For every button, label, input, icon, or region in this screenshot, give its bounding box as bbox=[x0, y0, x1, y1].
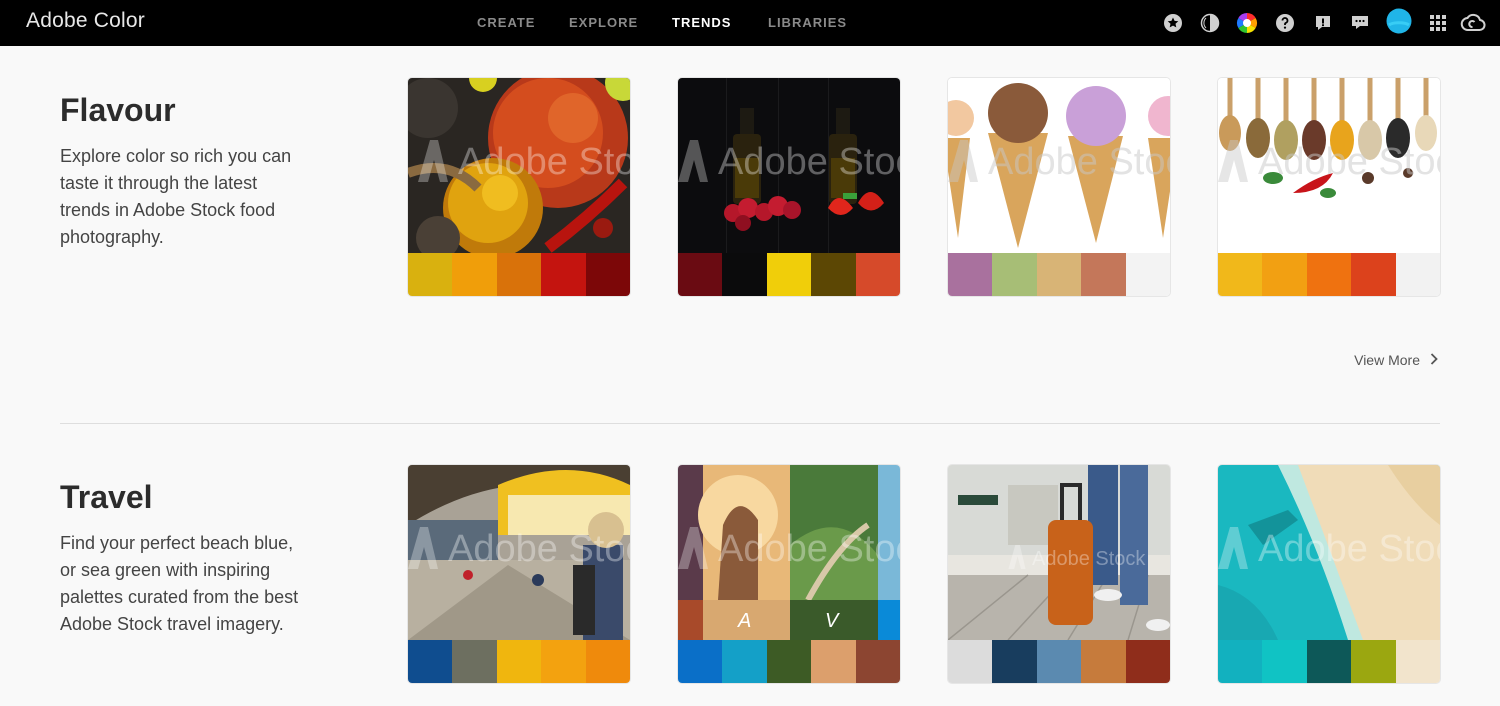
section-title-flavour: Flavour bbox=[60, 92, 176, 128]
chat-icon[interactable] bbox=[1349, 12, 1371, 34]
color-swatch bbox=[992, 640, 1037, 683]
trend-card-flavour-1[interactable]: Adobe Stock bbox=[408, 78, 630, 296]
trend-card-flavour-4[interactable]: Adobe Stock bbox=[1218, 78, 1440, 296]
color-swatch bbox=[1125, 640, 1170, 683]
color-palette bbox=[408, 253, 630, 296]
stock-watermark: Adobe Stock bbox=[678, 527, 900, 571]
color-swatch bbox=[1262, 640, 1307, 683]
card-photo: Adobe Stock bbox=[948, 465, 1170, 640]
avatar[interactable] bbox=[1386, 8, 1412, 34]
color-swatch bbox=[541, 253, 586, 296]
section-title-travel: Travel bbox=[60, 479, 153, 515]
color-swatch bbox=[992, 253, 1037, 296]
color-swatch bbox=[496, 253, 542, 296]
color-swatch bbox=[722, 640, 767, 683]
nav-libraries[interactable]: LIBRARIES bbox=[768, 15, 847, 30]
color-swatch bbox=[1125, 253, 1170, 296]
card-photo: Adobe Stock bbox=[678, 78, 900, 253]
color-swatch bbox=[678, 640, 723, 683]
trend-card-flavour-2[interactable]: Adobe Stock bbox=[678, 78, 900, 296]
stock-watermark: Adobe Stock bbox=[1218, 527, 1440, 571]
top-bar: Adobe Color CREATE EXPLORE TRENDS LIBRAR… bbox=[0, 0, 1500, 46]
color-swatch bbox=[1218, 640, 1263, 683]
color-swatch bbox=[855, 640, 900, 683]
chevron-right-icon bbox=[1430, 352, 1438, 368]
color-swatch bbox=[1262, 253, 1307, 296]
app-title[interactable]: Adobe Color bbox=[26, 9, 145, 33]
color-swatch bbox=[1395, 253, 1440, 296]
color-palette bbox=[678, 640, 900, 683]
feedback-icon[interactable] bbox=[1312, 12, 1334, 34]
card-photo: Adobe Stock bbox=[408, 465, 630, 640]
color-palette bbox=[1218, 253, 1440, 296]
color-swatch bbox=[1306, 253, 1352, 296]
stock-watermark: Adobe Stock bbox=[1218, 140, 1440, 184]
color-swatch bbox=[585, 253, 630, 296]
color-palette bbox=[948, 640, 1170, 683]
color-swatch bbox=[452, 253, 497, 296]
color-swatch bbox=[766, 640, 812, 683]
color-swatch bbox=[678, 253, 723, 296]
color-swatch bbox=[1395, 640, 1440, 683]
color-swatch bbox=[496, 640, 542, 683]
nav-create[interactable]: CREATE bbox=[477, 15, 535, 30]
color-swatch bbox=[948, 253, 993, 296]
apps-grid-icon[interactable] bbox=[1427, 12, 1449, 34]
color-swatch bbox=[1081, 640, 1126, 683]
color-swatch bbox=[766, 253, 812, 296]
color-swatch bbox=[811, 640, 856, 683]
view-more-label: View More bbox=[1354, 352, 1420, 368]
stock-watermark: Adobe Stock bbox=[948, 140, 1170, 184]
color-palette bbox=[948, 253, 1170, 296]
color-swatch bbox=[1036, 640, 1082, 683]
color-swatch bbox=[541, 640, 586, 683]
trend-card-travel-2[interactable]: Adobe Stock A V bbox=[678, 465, 900, 683]
color-swatch bbox=[408, 640, 453, 683]
trend-card-travel-1[interactable]: Adobe Stock bbox=[408, 465, 630, 683]
card-photo: Adobe Stock bbox=[948, 78, 1170, 253]
color-palette bbox=[678, 253, 900, 296]
section-description-travel: Find your perfect beach blue, or sea gre… bbox=[60, 533, 299, 634]
color-swatch bbox=[811, 253, 856, 296]
card-photo: Adobe Stock bbox=[408, 78, 630, 253]
color-swatch bbox=[1081, 253, 1126, 296]
section-description-flavour: Explore color so rich you can taste it t… bbox=[60, 146, 292, 247]
card-photo: Adobe Stock bbox=[1218, 465, 1440, 640]
card-photo: Adobe Stock bbox=[1218, 78, 1440, 253]
color-swatch bbox=[722, 253, 767, 296]
trend-card-travel-3[interactable]: Adobe Stock bbox=[948, 465, 1170, 683]
color-swatch bbox=[1351, 253, 1396, 296]
color-swatch bbox=[408, 253, 453, 296]
color-palette bbox=[1218, 640, 1440, 683]
color-wheel-icon[interactable] bbox=[1236, 12, 1258, 34]
stock-watermark: Adobe Stock bbox=[418, 140, 630, 184]
section-divider bbox=[60, 423, 1440, 424]
color-swatch bbox=[1218, 253, 1263, 296]
color-swatch bbox=[1306, 640, 1352, 683]
color-palette bbox=[408, 640, 630, 683]
color-swatch bbox=[1036, 253, 1082, 296]
photo-letter-a: A bbox=[738, 610, 752, 632]
creative-cloud-icon[interactable] bbox=[1460, 12, 1486, 34]
color-swatch bbox=[585, 640, 630, 683]
photo-letter-v: V bbox=[825, 610, 839, 632]
stock-watermark: Adobe Stock bbox=[1008, 545, 1170, 571]
contrast-icon[interactable] bbox=[1199, 12, 1221, 34]
nav-explore[interactable]: EXPLORE bbox=[569, 15, 638, 30]
trend-card-flavour-3[interactable]: Adobe Stock bbox=[948, 78, 1170, 296]
color-swatch bbox=[1351, 640, 1396, 683]
trend-card-travel-4[interactable]: Adobe Stock bbox=[1218, 465, 1440, 683]
stock-watermark: Adobe Stock bbox=[678, 140, 900, 184]
color-swatch bbox=[948, 640, 993, 683]
card-photo: Adobe Stock A V bbox=[678, 465, 900, 640]
help-icon[interactable] bbox=[1274, 12, 1296, 34]
view-more-link[interactable]: View More bbox=[1354, 352, 1438, 368]
nav-trends[interactable]: TRENDS bbox=[672, 15, 731, 30]
color-swatch bbox=[452, 640, 497, 683]
star-icon[interactable] bbox=[1162, 12, 1184, 34]
color-swatch bbox=[855, 253, 900, 296]
stock-watermark: Adobe Stock bbox=[408, 527, 630, 571]
